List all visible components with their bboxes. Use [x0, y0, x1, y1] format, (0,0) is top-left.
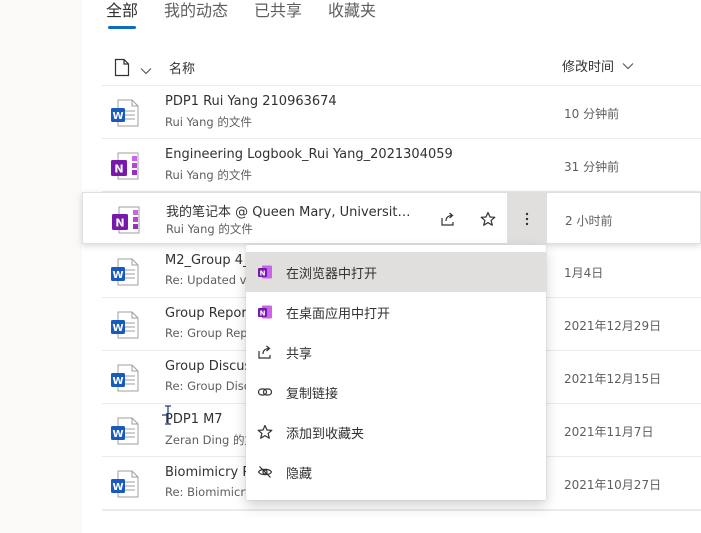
- file-modified-time: 10 分钟前: [564, 107, 620, 121]
- file-owner: Re: Group Discu: [165, 379, 258, 393]
- svg-text:W: W: [112, 429, 123, 440]
- file-owner: Rui Yang 的文件: [165, 168, 252, 182]
- menu-item-add-to-favorites[interactable]: 添加到收藏夹: [246, 412, 546, 452]
- column-header-modified[interactable]: 修改时间: [562, 56, 634, 75]
- svg-text:N: N: [114, 163, 123, 176]
- file-title[interactable]: Biomimicry P: [165, 465, 250, 480]
- word-file-icon: W: [110, 98, 140, 132]
- svg-text:W: W: [112, 376, 123, 387]
- menu-item-open-in-browser[interactable]: N 在浏览器中打开: [246, 252, 546, 292]
- list-header: 名称 修改时间: [102, 46, 701, 86]
- file-title[interactable]: PDP1 Rui Yang 210963674: [165, 94, 337, 109]
- file-title[interactable]: Group Repor: [165, 306, 247, 321]
- column-header-modified-label: 修改时间: [562, 60, 615, 75]
- menu-item-label: 在浏览器中打开: [286, 267, 378, 282]
- svg-text:W: W: [112, 270, 123, 281]
- word-file-icon: W: [110, 257, 140, 291]
- tab-my-activity[interactable]: 我的动态: [164, 0, 228, 30]
- onenote-file-icon: N: [110, 151, 140, 185]
- more-options-button[interactable]: [507, 193, 547, 244]
- word-file-icon: W: [110, 469, 140, 503]
- menu-item-label: 添加到收藏夹: [286, 427, 365, 442]
- menu-item-label: 复制链接: [286, 387, 339, 402]
- share-icon: [441, 212, 454, 226]
- svg-text:W: W: [112, 111, 123, 122]
- svg-text:N: N: [260, 309, 266, 317]
- tab-all[interactable]: 全部: [106, 0, 138, 30]
- svg-text:W: W: [112, 323, 123, 334]
- tab-shared[interactable]: 已共享: [254, 0, 302, 30]
- file-owner: Zeran Ding 的文: [165, 433, 256, 447]
- file-owner: Re: Group Repo: [165, 326, 255, 340]
- file-title[interactable]: Engineering Logbook_Rui Yang_2021304059: [165, 147, 453, 162]
- menu-item-label: 隐藏: [286, 467, 313, 482]
- table-row[interactable]: N Engineering Logbook_Rui Yang_202130405…: [102, 139, 701, 192]
- file-modified-time: 1月4日: [564, 266, 604, 280]
- menu-item-copy-link[interactable]: 复制链接: [246, 372, 546, 412]
- word-file-icon: W: [110, 310, 140, 344]
- list-bottom-border: [102, 510, 701, 511]
- svg-text:N: N: [115, 217, 124, 230]
- file-title[interactable]: 我的笔记本 @ Queen Mary, University of London: [166, 201, 416, 220]
- favorite-button[interactable]: [475, 206, 501, 232]
- chevron-down-icon[interactable]: [140, 60, 152, 79]
- onenote-icon: N: [257, 304, 273, 320]
- svg-text:W: W: [112, 482, 123, 493]
- menu-item-share[interactable]: 共享: [246, 332, 546, 372]
- hide-icon: [257, 464, 273, 480]
- share-icon: [257, 344, 273, 360]
- table-row-hovered[interactable]: N 我的笔记本 @ Queen Mary, University of Lond…: [82, 192, 701, 244]
- file-owner: Rui Yang 的文件: [165, 115, 252, 129]
- chevron-down-icon: [622, 62, 634, 69]
- file-modified-time: 31 分钟前: [564, 160, 620, 174]
- link-icon: [257, 384, 273, 400]
- word-file-icon: W: [110, 416, 140, 450]
- onenote-icon: N: [257, 264, 273, 280]
- table-row[interactable]: W PDP1 Rui Yang 210963674 Rui Yang 的文件 1…: [102, 86, 701, 139]
- tab-bar: 全部 我的动态 已共享 收藏夹: [106, 0, 376, 30]
- file-title[interactable]: M2_Group 4_: [165, 253, 249, 268]
- onenote-file-icon: N: [111, 205, 141, 239]
- file-owner: Re: Biomimicry: [165, 485, 252, 499]
- menu-item-hide[interactable]: 隐藏: [246, 452, 546, 492]
- file-modified-time: 2 小时前: [565, 214, 613, 228]
- text-cursor-icon: [161, 405, 175, 429]
- share-button[interactable]: [435, 206, 461, 232]
- menu-item-label: 在桌面应用中打开: [286, 307, 391, 322]
- menu-item-open-in-desktop[interactable]: N 在桌面应用中打开: [246, 292, 546, 332]
- context-menu: N 在浏览器中打开 N 在桌面应用中打开 共享 复制链接 添加到收藏夹 隐藏: [246, 245, 546, 500]
- more-vertical-icon: [525, 212, 529, 225]
- column-header-name[interactable]: 名称: [169, 58, 195, 77]
- star-icon: [480, 211, 496, 226]
- menu-item-label: 共享: [286, 347, 313, 362]
- word-file-icon: W: [110, 363, 140, 397]
- file-modified-time: 2021年11月7日: [564, 425, 654, 439]
- svg-text:N: N: [260, 269, 266, 277]
- file-title[interactable]: Group Discus: [165, 359, 251, 374]
- file-modified-time: 2021年10月27日: [564, 478, 662, 492]
- file-type-icon[interactable]: [114, 58, 130, 81]
- file-owner: Re: Updated ve: [165, 273, 254, 287]
- file-modified-time: 2021年12月29日: [564, 319, 662, 333]
- star-icon: [257, 424, 273, 440]
- tab-favorites[interactable]: 收藏夹: [328, 0, 376, 30]
- file-owner: Rui Yang 的文件: [166, 222, 253, 236]
- file-modified-time: 2021年12月15日: [564, 372, 662, 386]
